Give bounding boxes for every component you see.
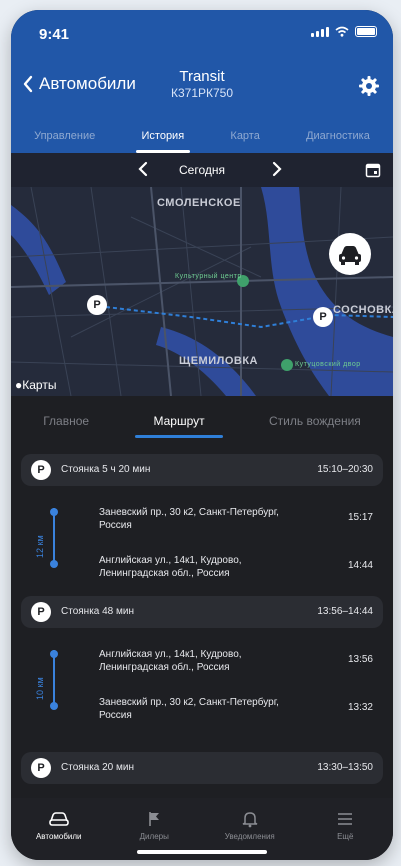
parking-pin[interactable]: P <box>87 295 107 315</box>
top-tabs: Управление История Карта Диагностика <box>11 120 393 153</box>
route-line <box>53 508 55 564</box>
tabbar-cars-label: Автомобили <box>35 832 82 841</box>
trip-from-time: 15:17 <box>347 512 373 523</box>
status-icons <box>311 26 377 37</box>
phone-screen: 9:41 Автомобили Transit К371РК750 Управл… <box>11 10 393 860</box>
route-start-dot <box>50 650 58 658</box>
parking-icon: P <box>31 758 51 778</box>
bell-icon <box>242 812 258 828</box>
stop-time: 13:30–13:50 <box>317 762 373 773</box>
car-marker[interactable] <box>329 233 371 275</box>
nav-bar: Автомобили Transit К371РК750 <box>11 60 393 112</box>
tabbar-notifications-label: Уведомления <box>224 832 275 841</box>
map-label-smolenskoe: СМОЛЕНСКОЕ <box>157 197 241 209</box>
map-label-sosnovka: СОСНОВКА <box>333 304 393 316</box>
tabbar-more[interactable]: Ещё <box>310 798 380 841</box>
date-selector: Сегодня <box>11 153 393 187</box>
tabbar-cars[interactable]: Автомобили <box>24 798 94 841</box>
back-button[interactable]: Автомобили <box>23 74 136 94</box>
map-poi-label: Культурный центр <box>175 273 242 280</box>
trip-to-address: Английская ул., 14к1, Кудрово, Ленинград… <box>99 555 242 579</box>
home-indicator <box>137 850 267 854</box>
tabbar-dealers-label: Дилеры <box>139 832 169 841</box>
subtab-route[interactable]: Маршрут <box>135 396 223 446</box>
chevron-left-icon <box>23 75 33 93</box>
route-end-dot <box>50 560 58 568</box>
chevron-right-icon[interactable] <box>271 160 283 178</box>
gear-icon[interactable] <box>357 74 381 98</box>
tab-diagnostics[interactable]: Диагностика <box>306 120 370 153</box>
tabbar-more-label: Ещё <box>337 832 354 841</box>
trip-to-time: 14:44 <box>347 560 373 571</box>
signal-icon <box>311 26 329 37</box>
calendar-icon[interactable] <box>365 162 381 178</box>
trip-row[interactable]: 10 км Английская ул., 14к1, Кудрово, Лен… <box>21 638 383 738</box>
status-bar: 9:41 <box>11 10 393 58</box>
trip-distance: 12 км <box>35 535 45 558</box>
map-attribution: ●Карты <box>15 378 56 392</box>
status-time: 9:41 <box>39 26 70 43</box>
tab-control[interactable]: Управление <box>34 120 95 153</box>
stop-label: Стоянка 48 мин <box>61 606 135 617</box>
route-map[interactable]: СМОЛЕНСКОЕ СОСНОВКА ЩЕМИЛОВКА Культурный… <box>11 187 393 396</box>
stop-label: Стоянка 5 ч 20 мин <box>61 464 151 475</box>
parking-stop-row[interactable]: P Стоянка 48 мин 13:56–14:44 <box>21 596 383 628</box>
tabbar-notifications[interactable]: Уведомления <box>215 798 285 841</box>
tab-history[interactable]: История <box>135 120 190 153</box>
stop-time: 13:56–14:44 <box>317 606 373 617</box>
map-attribution-text: Карты <box>22 378 57 392</box>
stop-label: Стоянка 20 мин <box>61 762 135 773</box>
menu-icon <box>338 813 353 825</box>
parking-pin[interactable]: P <box>313 307 333 327</box>
car-icon <box>339 246 361 265</box>
trip-from-time: 13:56 <box>347 654 373 665</box>
parking-stop-row[interactable]: P Стоянка 5 ч 20 мин 15:10–20:30 <box>21 454 383 486</box>
wifi-icon <box>335 26 349 37</box>
battery-icon <box>355 26 377 37</box>
map-poi-label-2: Кутуцовский двор <box>295 361 361 368</box>
back-label: Автомобили <box>39 74 136 93</box>
trip-distance: 10 км <box>35 677 45 700</box>
route-end-dot <box>50 702 58 710</box>
car-icon <box>48 812 69 826</box>
parking-stop-row[interactable]: P Стоянка 20 мин 13:30–13:50 <box>21 752 383 784</box>
subtab-driving-style[interactable]: Стиль вождения <box>269 396 361 446</box>
bottom-tab-bar: Автомобили Дилеры Уведомления Ещё <box>11 798 393 860</box>
trip-to-time: 13:32 <box>347 702 373 713</box>
trip-from-address: Заневский пр., 30 к2, Санкт-Петербург, Р… <box>99 507 279 531</box>
route-subtabs: Главное Маршрут Стиль вождения <box>11 396 393 446</box>
tabbar-dealers[interactable]: Дилеры <box>119 798 189 841</box>
tab-map[interactable]: Карта <box>230 120 259 153</box>
route-start-dot <box>50 508 58 516</box>
trip-to-address: Заневский пр., 30 к2, Санкт-Петербург, Р… <box>99 697 279 721</box>
trip-row[interactable]: 12 км Заневский пр., 30 к2, Санкт-Петерб… <box>21 496 383 596</box>
map-label-shchemilovka: ЩЕМИЛОВКА <box>179 355 258 367</box>
route-line <box>53 650 55 706</box>
subtab-main[interactable]: Главное <box>43 396 89 446</box>
date-label: Сегодня <box>179 163 225 177</box>
stop-time: 15:10–20:30 <box>317 464 373 475</box>
flag-icon <box>149 812 160 826</box>
parking-icon: P <box>31 460 51 480</box>
parking-icon: P <box>31 602 51 622</box>
trip-from-address: Английская ул., 14к1, Кудрово, Ленинград… <box>99 649 242 673</box>
